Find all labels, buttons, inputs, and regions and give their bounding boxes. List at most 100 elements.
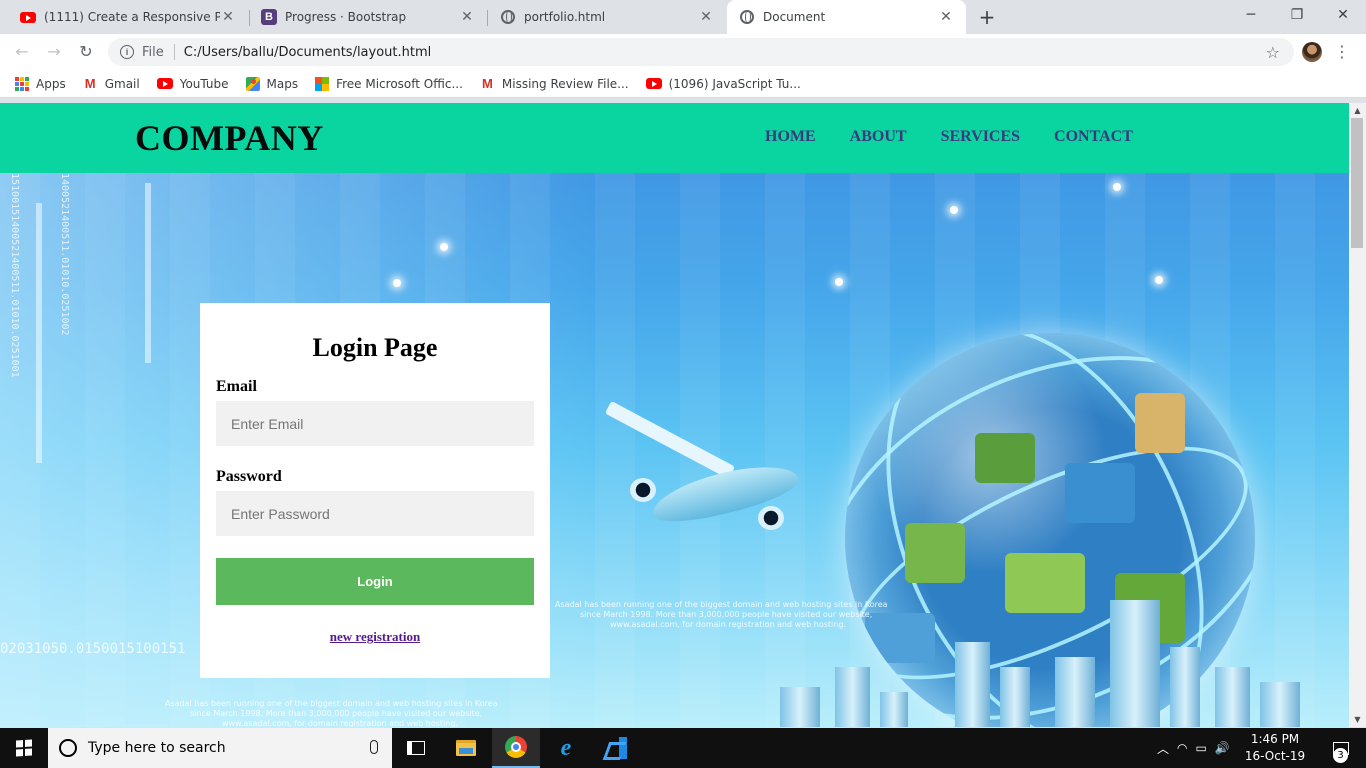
tab-portfolio[interactable]: portfolio.html ✕: [488, 0, 726, 34]
star-icon[interactable]: ☆: [1266, 43, 1280, 62]
close-icon[interactable]: ✕: [220, 9, 236, 25]
bookmark-missing-review[interactable]: M Missing Review File...: [480, 77, 629, 91]
nav-contact[interactable]: CONTACT: [1054, 128, 1133, 146]
vscode-button[interactable]: [592, 728, 640, 768]
taskbar-search[interactable]: Type here to search: [48, 728, 392, 768]
taskbar-clock[interactable]: 1:46 PM 16-Oct-19: [1240, 731, 1310, 765]
login-button[interactable]: Login: [216, 558, 534, 605]
sparkle: [950, 206, 958, 214]
scroll-down-arrow-icon[interactable]: ▼: [1349, 712, 1366, 727]
company-logo[interactable]: COMPANY: [135, 117, 324, 159]
task-view-button[interactable]: [392, 728, 440, 768]
search-placeholder: Type here to search: [88, 740, 226, 756]
password-label: Password: [216, 468, 282, 485]
decorative-tagline: since March 1998. More than 3,000,000 pe…: [580, 610, 873, 619]
chrome-taskbar-button[interactable]: [492, 728, 540, 768]
tab-title: Document: [763, 10, 826, 24]
email-label: Email: [216, 378, 257, 395]
youtube-icon: [156, 76, 173, 92]
email-field[interactable]: [216, 401, 534, 446]
bookmark-label: Free Microsoft Offic...: [336, 76, 463, 91]
bookmark-gmail[interactable]: M Gmail: [83, 77, 140, 91]
bookmark-microsoft-office[interactable]: Free Microsoft Offic...: [315, 76, 463, 91]
login-title: Login Page: [312, 333, 438, 362]
bookmark-maps[interactable]: Maps: [245, 76, 298, 91]
tab-title: (1111) Create a Responsive Personal: [44, 10, 220, 24]
bookmark-label: Apps: [36, 76, 66, 91]
menu-icon[interactable]: ⋮: [1334, 41, 1350, 63]
clock-time: 1:46 PM: [1250, 732, 1300, 746]
internet-explorer-icon: e: [560, 734, 572, 761]
decorative-tagline: Asadal has been running one of the bigge…: [555, 600, 888, 609]
bookmark-javascript-tutorial[interactable]: (1096) JavaScript Tu...: [645, 76, 801, 92]
bookmark-youtube[interactable]: YouTube: [156, 76, 229, 92]
file-explorer-button[interactable]: [442, 728, 490, 768]
chevron-up-icon[interactable]: ︿: [1157, 740, 1169, 757]
tab-document-active[interactable]: Document ✕: [727, 0, 966, 34]
address-bar[interactable]: i File C:/Users/ballu/Documents/layout.h…: [108, 38, 1294, 66]
site-header: COMPANY HOME ABOUT SERVICES CONTACT: [0, 103, 1349, 173]
password-field[interactable]: [216, 491, 534, 536]
forward-button[interactable]: →: [42, 40, 66, 64]
sparkle: [440, 243, 448, 251]
new-registration-link[interactable]: new registration: [200, 629, 550, 645]
nav-home[interactable]: HOME: [765, 128, 816, 146]
close-window-button[interactable]: ✕: [1320, 0, 1366, 32]
omnibox-divider: [173, 44, 175, 60]
tab-strip: (1111) Create a Responsive Personal ✕ B …: [0, 0, 1366, 34]
airplane-illustration: [600, 400, 810, 538]
tab-title: Progress · Bootstrap: [285, 10, 407, 24]
microphone-icon[interactable]: [370, 740, 378, 754]
start-button[interactable]: [0, 728, 48, 768]
chrome-icon: [505, 736, 527, 758]
bookmarks-bar: Apps M Gmail YouTube Maps Free Microsoft…: [0, 70, 1366, 98]
bookmark-label: Missing Review File...: [501, 76, 629, 91]
close-icon[interactable]: ✕: [938, 9, 954, 25]
decorative-tagline: Asadal has been running one of the bigge…: [165, 699, 498, 708]
volume-icon[interactable]: 🔊: [1215, 741, 1230, 755]
new-tab-button[interactable]: +: [976, 6, 998, 28]
decorative-arrow: [36, 203, 42, 463]
tab-youtube-responsive[interactable]: (1111) Create a Responsive Personal ✕: [8, 0, 248, 34]
notification-count-badge: 3: [1333, 748, 1348, 763]
tab-bootstrap-progress[interactable]: B Progress · Bootstrap ✕: [249, 0, 487, 34]
info-icon[interactable]: i: [120, 45, 134, 59]
internet-explorer-button[interactable]: e: [542, 728, 590, 768]
reload-button[interactable]: ↻: [74, 40, 98, 64]
scroll-up-arrow-icon[interactable]: ▲: [1349, 103, 1366, 118]
sparkle: [1155, 276, 1163, 284]
bookmark-apps[interactable]: Apps: [15, 76, 66, 91]
decorative-tagline: www.asadal.com, for domain registration …: [610, 620, 846, 629]
nav-about[interactable]: ABOUT: [850, 128, 907, 146]
youtube-icon: [20, 9, 36, 25]
scheme-label: File: [142, 44, 164, 60]
minimize-button[interactable]: ─: [1228, 0, 1274, 32]
battery-icon[interactable]: ▭: [1196, 741, 1207, 755]
close-icon[interactable]: ✕: [698, 9, 714, 25]
system-tray: ︿ ◠ ▭ 🔊: [1153, 728, 1234, 768]
close-icon[interactable]: ✕: [459, 9, 475, 25]
bookmark-label: Gmail: [104, 76, 140, 91]
globe-icon: [500, 9, 516, 25]
city-skyline-illustration: [700, 573, 1349, 727]
bootstrap-icon: B: [261, 9, 277, 25]
page-scrollbar[interactable]: ▲ ▼: [1349, 103, 1366, 727]
sparkle: [1113, 183, 1121, 191]
login-card: Login Page Email Password Login new regi…: [200, 303, 550, 678]
tab-title: portfolio.html: [524, 10, 606, 24]
windows-logo-icon: [16, 739, 32, 757]
maps-icon: [245, 76, 260, 91]
youtube-icon: [645, 76, 662, 92]
scrollbar-thumb[interactable]: [1351, 118, 1363, 248]
decorative-tagline: since March 1998. More than 3,000,000 pe…: [190, 709, 483, 718]
apps-icon: [15, 76, 29, 91]
sparkle: [835, 278, 843, 286]
back-button[interactable]: ←: [10, 40, 34, 64]
url-text[interactable]: C:/Users/ballu/Documents/layout.html: [184, 45, 432, 60]
nav-services[interactable]: SERVICES: [941, 128, 1020, 146]
network-icon[interactable]: ◠: [1177, 741, 1187, 755]
maximize-button[interactable]: ❐: [1274, 0, 1320, 32]
task-view-icon: [407, 741, 425, 755]
profile-avatar[interactable]: [1302, 42, 1322, 62]
bookmark-label: YouTube: [179, 76, 229, 91]
